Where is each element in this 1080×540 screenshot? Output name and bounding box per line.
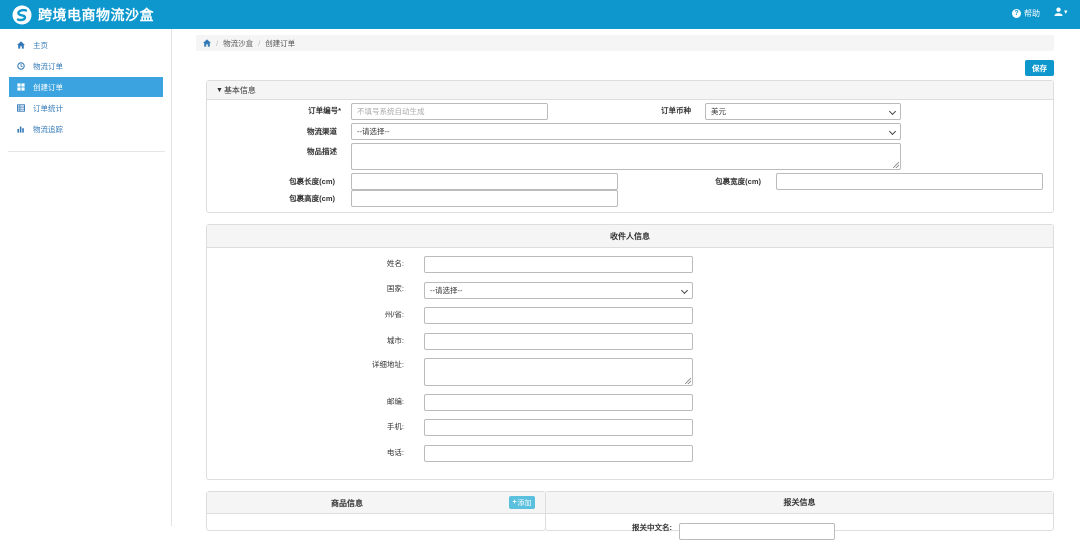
sidebar-divider xyxy=(8,151,165,152)
order-no-label: 订单编号* xyxy=(308,106,341,115)
sidebar-item-label: 物流订单 xyxy=(33,61,63,71)
desc-textarea[interactable] xyxy=(351,143,901,170)
length-input[interactable] xyxy=(351,173,618,190)
sidebar-item-tracking[interactable]: 物流追踪 xyxy=(9,119,163,139)
currency-select[interactable]: 美元 xyxy=(705,103,901,120)
basic-info-header[interactable]: ▼ 基本信息 xyxy=(207,81,1053,100)
channel-select[interactable]: --请选择-- xyxy=(351,123,901,140)
width-input[interactable] xyxy=(776,173,1043,190)
breadcrumb-separator: / xyxy=(258,38,261,48)
name-input[interactable] xyxy=(424,256,693,273)
sidebar-item-label: 订单统计 xyxy=(33,103,63,113)
customs-panel: 报关信息 报关中文名: xyxy=(545,491,1054,540)
mobile-input[interactable] xyxy=(424,419,693,436)
basic-info-title: 基本信息 xyxy=(223,85,256,95)
height-input[interactable] xyxy=(351,190,618,207)
bar-chart-icon xyxy=(17,126,24,133)
country-select[interactable]: --请选择-- xyxy=(424,282,693,299)
chevron-down-icon: ▾ xyxy=(1064,8,1068,16)
desc-label: 物品描述 xyxy=(307,147,337,156)
home-icon[interactable] xyxy=(203,39,211,47)
plus-icon: + xyxy=(512,499,517,506)
help-label: 帮助 xyxy=(1024,9,1040,18)
brand[interactable]: 跨境电商物流沙盒 xyxy=(12,5,154,25)
sidebar-item-home[interactable]: 主页 xyxy=(9,35,163,55)
city-input[interactable] xyxy=(424,333,693,350)
save-button[interactable]: 保存 xyxy=(1025,60,1054,76)
top-navbar: 跨境电商物流沙盒 ? 帮助 ▾ xyxy=(0,0,1080,29)
add-goods-button[interactable]: + 添加 xyxy=(509,496,535,509)
recipient-header: 收件人信息 xyxy=(207,225,1053,248)
user-icon xyxy=(1054,7,1063,16)
user-menu[interactable]: ▾ xyxy=(1054,7,1068,16)
sidebar-item-label: 主页 xyxy=(33,40,48,50)
city-label: 城市: xyxy=(386,336,404,345)
phone-input[interactable] xyxy=(424,445,693,462)
add-goods-label: 添加 xyxy=(517,499,532,507)
app-logo-icon xyxy=(12,5,32,25)
breadcrumb: / 物流沙盒 / 创建订单 xyxy=(196,35,1054,51)
length-label: 包裹长度(cm) xyxy=(289,177,335,186)
channel-label: 物流渠道 xyxy=(307,127,337,136)
recipient-title: 收件人信息 xyxy=(610,231,650,241)
clock-icon xyxy=(17,62,25,70)
goods-title: 商品信息 xyxy=(331,499,363,508)
order-no-input[interactable]: 不填号系统自动生成 xyxy=(351,103,548,120)
address-textarea[interactable] xyxy=(424,358,693,386)
state-input[interactable] xyxy=(424,307,693,324)
customs-title: 报关信息 xyxy=(783,498,816,507)
zip-input[interactable] xyxy=(424,394,693,411)
goods-panel: 商品信息 + 添加 xyxy=(206,491,546,531)
country-label: 国家: xyxy=(386,284,404,293)
currency-label: 订单币种 xyxy=(661,106,691,115)
sidebar-item-label: 创建订单 xyxy=(33,82,63,92)
breadcrumb-item-sandbox[interactable]: 物流沙盒 xyxy=(223,38,253,49)
recipient-panel: 收件人信息 姓名: 国家: --请选择-- 州/省: 城市: 详细地址: 邮编:… xyxy=(206,224,1054,480)
sidebar-item-order-stats[interactable]: 订单统计 xyxy=(9,98,163,118)
phone-label: 电话: xyxy=(386,448,404,457)
app-title: 跨境电商物流沙盒 xyxy=(38,7,154,23)
sidebar: 主页 物流订单 创建订单 订单统计 物流追踪 xyxy=(0,29,172,526)
sidebar-item-logistics-orders[interactable]: 物流订单 xyxy=(9,56,163,76)
breadcrumb-item-current: 创建订单 xyxy=(265,38,296,48)
height-label: 包裹高度(cm) xyxy=(289,194,335,203)
mobile-label: 手机: xyxy=(386,422,404,431)
customs-cn-name-label: 报关中文名: xyxy=(632,523,672,532)
zip-label: 邮编: xyxy=(386,397,404,406)
grid-icon xyxy=(17,83,25,91)
table-icon xyxy=(17,104,25,112)
breadcrumb-separator: / xyxy=(216,38,219,48)
basic-info-panel: ▼ 基本信息 订单编号* 不填号系统自动生成 订单币种 美元 物流渠道 --请选… xyxy=(206,80,1054,213)
caret-down-icon: ▼ xyxy=(216,86,223,94)
sidebar-item-label: 物流追踪 xyxy=(33,124,63,134)
width-label: 包裹宽度(cm) xyxy=(715,177,761,186)
name-label: 姓名: xyxy=(386,259,404,268)
question-circle-icon: ? xyxy=(1012,9,1021,18)
address-label: 详细地址: xyxy=(371,360,404,369)
home-icon xyxy=(17,41,25,49)
state-label: 州/省: xyxy=(384,310,404,319)
sidebar-item-create-order[interactable]: 创建订单 xyxy=(9,77,163,97)
goods-header: 商品信息 + 添加 xyxy=(207,492,545,514)
help-link[interactable]: ? 帮助 xyxy=(1012,8,1040,19)
customs-header: 报关信息 xyxy=(546,492,1053,514)
